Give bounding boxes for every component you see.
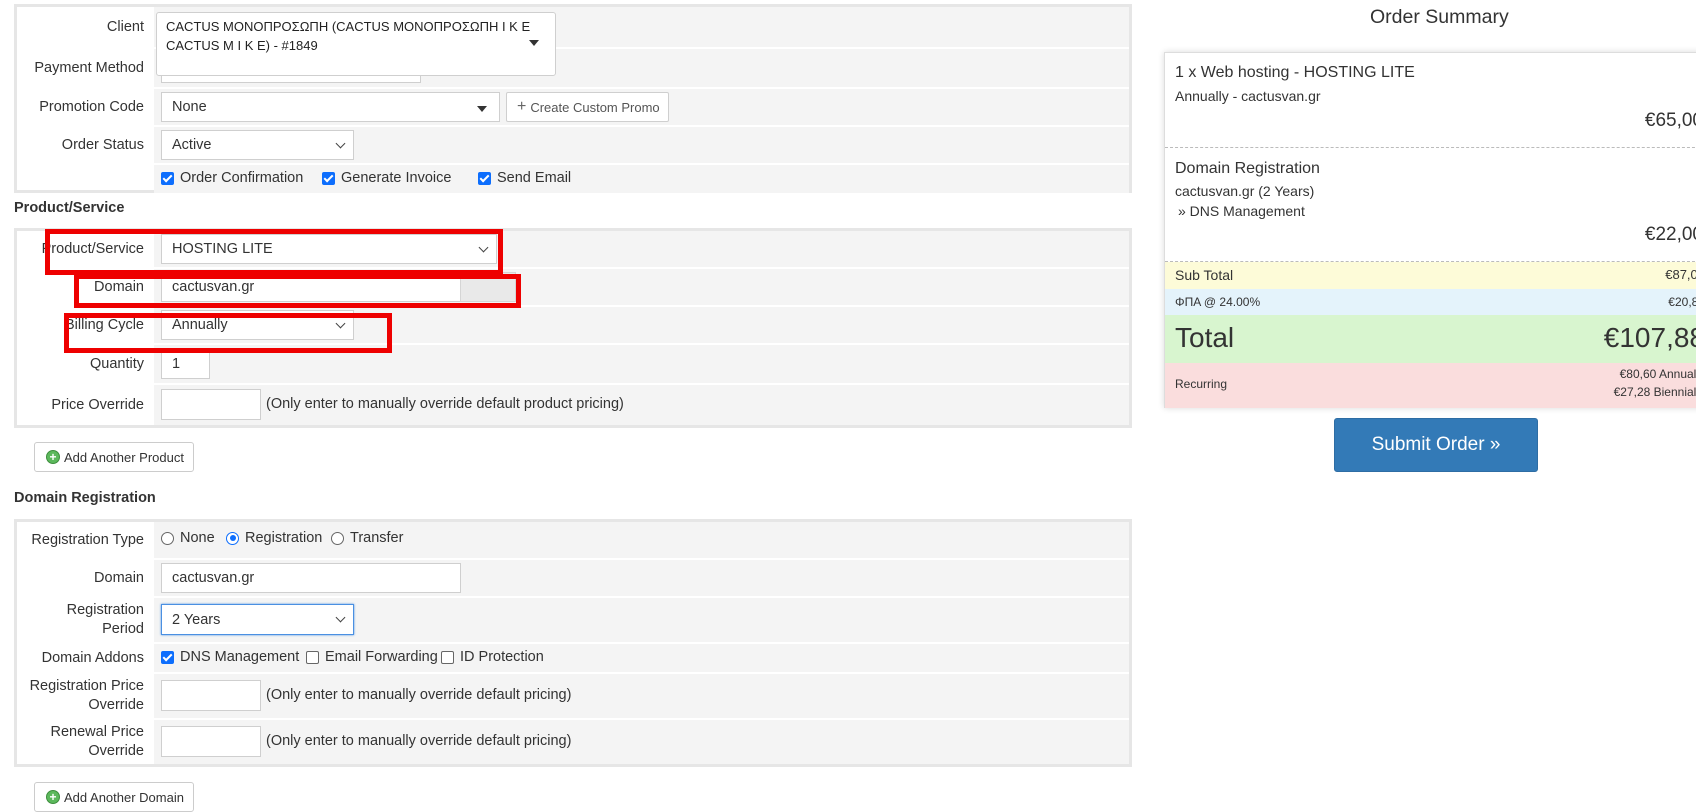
checkbox-checked-icon [478,171,491,185]
price-override-input[interactable] [161,389,261,420]
domain-addons-label: Domain Addons [41,649,144,666]
summary-item2-name: Domain Registration [1175,160,1320,177]
subtotal-row: Sub Total €87,00 [1165,262,1696,289]
subtotal-value: €87,00 [1665,267,1696,282]
total-label: Total [1175,322,1235,353]
addon-dns-management-checkbox[interactable]: DNS Management [161,649,299,665]
summary-item2-price: €22,00 [1644,224,1696,245]
addon-id-protection-checkbox[interactable]: ID Protection [441,649,544,665]
add-another-product-button[interactable]: + Add Another Product [34,442,194,472]
renew-price-override-label: Renewal Price Override [50,724,145,759]
domain-addons-row: Domain Addons DNS Management Email Forwa… [17,644,1129,672]
recurring-label: Recurring [1175,377,1228,391]
product-section-title: Product/Service [14,200,125,216]
checkbox-checked-icon [161,650,174,664]
summary-item2-addon: » DNS Management [1178,203,1305,219]
order-status-row: Order Status Active [17,127,1129,163]
plus-icon: + [517,98,527,115]
add-another-domain-button[interactable]: + Add Another Domain [34,782,194,812]
chevron-down-icon [335,138,346,149]
checkbox-checked-icon [161,171,174,185]
client-value-line-1: CACTUS ΜΟΝΟΠΡΟΣΩΠΗ (CACTUS ΜΟΝΟΠΡΟΣΩΠΗ Ι… [166,19,531,34]
payment-method-label: Payment Method [34,59,144,76]
highlight-billing-cycle [64,313,392,353]
add-circle-icon: + [46,450,60,464]
price-override-hint: (Only enter to manually override default… [266,396,624,412]
reg-period-select[interactable]: 2 Years [161,604,354,635]
order-status-label: Order Status [61,136,144,153]
reg-domain-label: Domain [94,569,144,586]
radio-unselected-icon [161,531,174,545]
renew-price-override-hint: (Only enter to manually override default… [266,733,572,749]
order-options-row: Order Confirmation Generate Invoice Send… [17,165,1129,193]
checkbox-checked-icon [322,171,335,185]
recurring-row: Recurring €80,60 Annually €27,28 Biennia… [1165,363,1696,408]
reg-price-override-input[interactable] [161,680,261,711]
send-email-checkbox[interactable]: Send Email [478,170,571,186]
recurring-annually: €80,60 Annually [1619,367,1696,381]
renew-price-override-input[interactable] [161,726,261,757]
reg-type-transfer-radio[interactable]: Transfer [331,530,403,546]
reg-type-none-radio[interactable]: None [161,530,215,546]
promotion-code-row: Promotion Code None + Create Custom Prom… [17,89,1129,125]
reg-period-row: Registration Period 2 Years [17,598,1129,642]
recurring-biennially: €27,28 Biennially [1613,385,1696,399]
quantity-input[interactable]: 1 [161,349,210,379]
tax-row: ΦΠΑ @ 24.00% €20,88 [1165,289,1696,315]
generate-invoice-checkbox[interactable]: Generate Invoice [322,170,451,186]
create-custom-promo-button[interactable]: + Create Custom Promo [506,92,669,122]
summary-item2-detail: cactusvan.gr (2 Years) [1175,183,1315,199]
renew-price-override-row: Renewal Price Override (Only enter to man… [17,720,1129,764]
summary-item1-price: €65,00 [1644,110,1696,131]
price-override-row: Price Override (Only enter to manually o… [17,385,1129,425]
reg-price-override-row: Registration Price Override (Only enter t… [17,674,1129,718]
subtotal-label: Sub Total [1175,267,1234,283]
promotion-code-label: Promotion Code [39,98,144,115]
reg-period-label: Registration Period [66,602,144,637]
client-label: Client [106,18,144,35]
client-value-line-2: CACTUS Μ Ι Κ Ε) - #1849 [166,37,318,53]
summary-item1-name: 1 x Web hosting - HOSTING LITE [1175,64,1415,81]
order-summary-title: Order Summary [1370,6,1509,28]
order-status-select[interactable]: Active [161,130,354,160]
reg-type-registration-radio[interactable]: Registration [226,530,322,546]
addon-email-forwarding-checkbox[interactable]: Email Forwarding [306,649,438,665]
highlight-domain [74,274,521,308]
checkbox-unchecked-icon [441,650,454,664]
price-override-label: Price Override [51,396,144,413]
order-summary-box: 1 x Web hosting - HOSTING LITE Annually … [1164,52,1696,408]
total-value: €107,88 [1603,322,1696,353]
summary-item1-detail: Annually - cactusvan.gr [1175,88,1321,104]
submit-order-button[interactable]: Submit Order » [1334,418,1538,472]
highlight-product-service [45,229,503,275]
tax-value: €20,88 [1668,295,1696,309]
promotion-code-select[interactable]: None [161,92,500,122]
radio-selected-icon [226,531,239,545]
dropdown-triangle-icon [477,106,487,112]
reg-price-override-hint: (Only enter to manually override default… [266,687,572,703]
radio-unselected-icon [331,531,344,545]
total-row: Total €107,88 [1165,315,1696,363]
tax-label: ΦΠΑ @ 24.00% [1175,295,1261,309]
client-select[interactable]: CACTUS ΜΟΝΟΠΡΟΣΩΠΗ (CACTUS ΜΟΝΟΠΡΟΣΩΠΗ Ι… [156,12,556,76]
domain-panel: Registration Type None Registration Tran… [14,519,1132,767]
checkbox-unchecked-icon [306,650,319,664]
reg-domain-input[interactable]: cactusvan.gr [161,563,461,593]
dropdown-triangle-icon [529,40,539,46]
chevron-down-icon [335,612,346,623]
reg-price-override-label: Registration Price Override [29,678,144,713]
reg-domain-row: Domain cactusvan.gr [17,560,1129,596]
domain-section-title: Domain Registration [14,490,156,506]
registration-type-label: Registration Type [31,531,144,548]
order-confirmation-checkbox[interactable]: Order Confirmation [161,170,303,186]
registration-type-row: Registration Type None Registration Tran… [17,522,1129,558]
